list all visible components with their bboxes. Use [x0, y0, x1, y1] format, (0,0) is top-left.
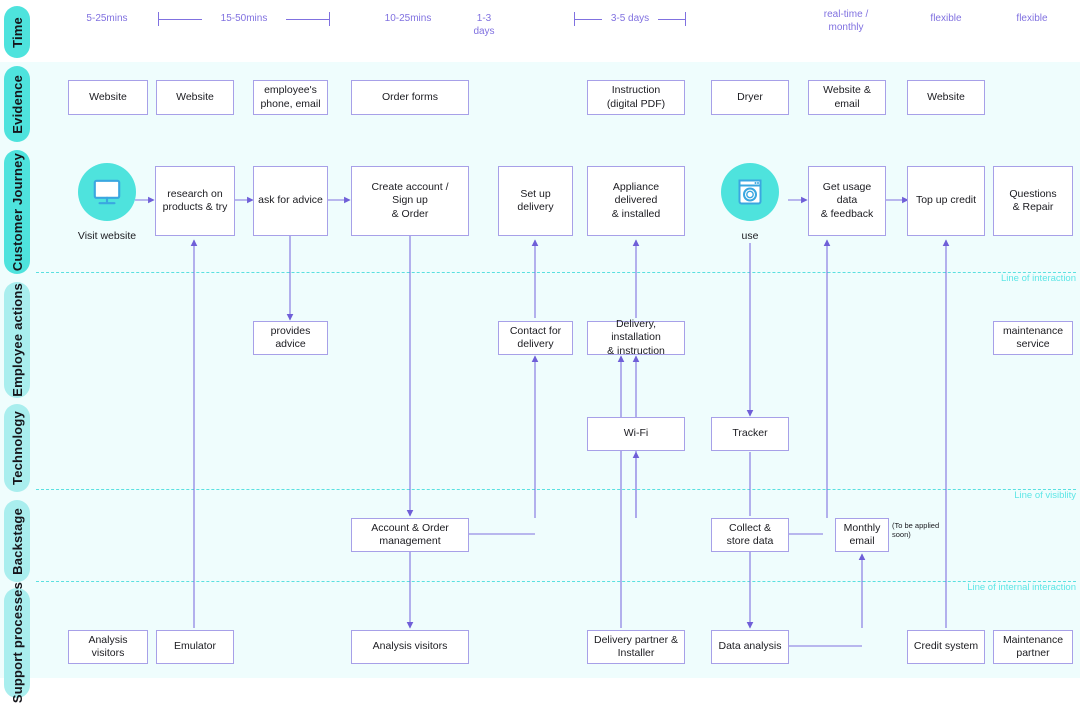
lane-pill-technology: Technology	[4, 404, 30, 492]
journey-box-create-account[interactable]: Create account / Sign up & Order	[351, 166, 469, 236]
support-box-credit-system[interactable]: Credit system	[907, 630, 985, 664]
time-label-6: real-time / monthly	[823, 9, 869, 33]
monitor-icon	[93, 179, 121, 205]
journey-box-research-products[interactable]: research on products & try	[155, 166, 235, 236]
time-label-7: flexible	[930, 13, 962, 24]
separator-line-interaction	[36, 272, 1076, 273]
band-content	[0, 62, 1080, 678]
backstage-box-monthly-email[interactable]: Monthly email	[835, 518, 889, 552]
visit-website-badge[interactable]	[78, 163, 136, 221]
separator-label-internal-interaction: Line of internal interaction	[967, 582, 1076, 593]
lane-pill-time: Time	[4, 6, 30, 58]
lane-label-technology: Technology	[9, 411, 25, 485]
washing-machine-icon	[738, 179, 762, 205]
lane-pill-customer-journey: Customer Journey	[4, 150, 30, 274]
lane-pill-backstage: Backstage	[4, 500, 30, 582]
lane-pill-support-processes: Support processes	[4, 582, 30, 704]
evidence-box-website-email[interactable]: Website & email	[808, 80, 886, 115]
employee-box-delivery-installation[interactable]: Delivery, installation & instruction	[587, 318, 685, 357]
journey-box-get-usage-data[interactable]: Get usage data & feedback	[808, 166, 886, 236]
support-box-delivery-partner-installer[interactable]: Delivery partner & Installer	[587, 630, 685, 664]
lane-label-backstage: Backstage	[9, 507, 25, 575]
use-caption: use	[741, 230, 759, 242]
time-label-4: 1-3 days	[473, 13, 495, 37]
service-blueprint-canvas: Time Evidence Customer Journey Employee …	[0, 0, 1080, 704]
journey-box-top-up-credit[interactable]: Top up credit	[907, 166, 985, 236]
time-label-1: 5-25mins	[86, 13, 128, 24]
lane-pill-employee-actions: Employee actions	[4, 282, 30, 398]
time-label-8: flexible	[1016, 13, 1048, 24]
separator-label-interaction: Line of interaction	[1001, 273, 1076, 284]
lane-label-evidence: Evidence	[9, 74, 25, 134]
support-box-maintenance-partner[interactable]: Maintenance partner	[993, 630, 1073, 664]
time-label-5: 3-5 days	[610, 13, 650, 24]
evidence-box-instruction-pdf[interactable]: Instruction (digital PDF)	[587, 80, 685, 115]
support-box-data-analysis[interactable]: Data analysis	[711, 630, 789, 664]
evidence-box-website-3[interactable]: Website	[907, 80, 985, 115]
employee-box-provides-advice[interactable]: provides advice	[253, 321, 328, 355]
journey-box-appliance-delivered[interactable]: Appliance delivered & installed	[587, 166, 685, 236]
separator-line-internal-interaction	[36, 581, 1076, 582]
technology-box-wifi[interactable]: Wi-Fi	[587, 417, 685, 451]
backstage-box-account-order-management[interactable]: Account & Order management	[351, 518, 469, 552]
lane-pill-evidence: Evidence	[4, 66, 30, 142]
band-time	[0, 0, 1080, 62]
journey-box-questions-repair[interactable]: Questions & Repair	[993, 166, 1073, 236]
lane-label-support-processes: Support processes	[9, 582, 25, 704]
support-box-emulator[interactable]: Emulator	[156, 630, 234, 664]
journey-box-ask-for-advice[interactable]: ask for advice	[253, 166, 328, 236]
backstage-box-collect-store-data[interactable]: Collect & store data	[711, 518, 789, 552]
separator-line-visibility	[36, 489, 1076, 490]
band-footer	[0, 678, 1080, 704]
time-label-3: 10-25mins	[384, 13, 432, 24]
lane-label-time: Time	[9, 16, 25, 48]
evidence-box-employee-phone-email[interactable]: employee's phone, email	[253, 80, 328, 115]
time-label-2: 15-50mins	[220, 13, 268, 24]
employee-box-maintenance-service[interactable]: maintenance service	[993, 321, 1073, 355]
lane-label-customer-journey: Customer Journey	[9, 152, 25, 272]
separator-label-visibility: Line of visiblity	[1014, 490, 1076, 501]
backstage-note-to-be-applied-soon: (To be applied soon)	[892, 521, 940, 540]
evidence-box-dryer[interactable]: Dryer	[711, 80, 789, 115]
evidence-box-website-1[interactable]: Website	[68, 80, 148, 115]
use-badge[interactable]	[721, 163, 779, 221]
evidence-box-website-2[interactable]: Website	[156, 80, 234, 115]
technology-box-tracker[interactable]: Tracker	[711, 417, 789, 451]
evidence-box-order-forms[interactable]: Order forms	[351, 80, 469, 115]
lane-label-employee-actions: Employee actions	[9, 283, 25, 397]
visit-website-caption: Visit website	[77, 230, 137, 242]
employee-box-contact-for-delivery[interactable]: Contact for delivery	[498, 321, 573, 355]
support-box-analysis-visitors-1[interactable]: Analysis visitors	[68, 630, 148, 664]
journey-box-set-up-delivery[interactable]: Set up delivery	[498, 166, 573, 236]
support-box-analysis-visitors-2[interactable]: Analysis visitors	[351, 630, 469, 664]
